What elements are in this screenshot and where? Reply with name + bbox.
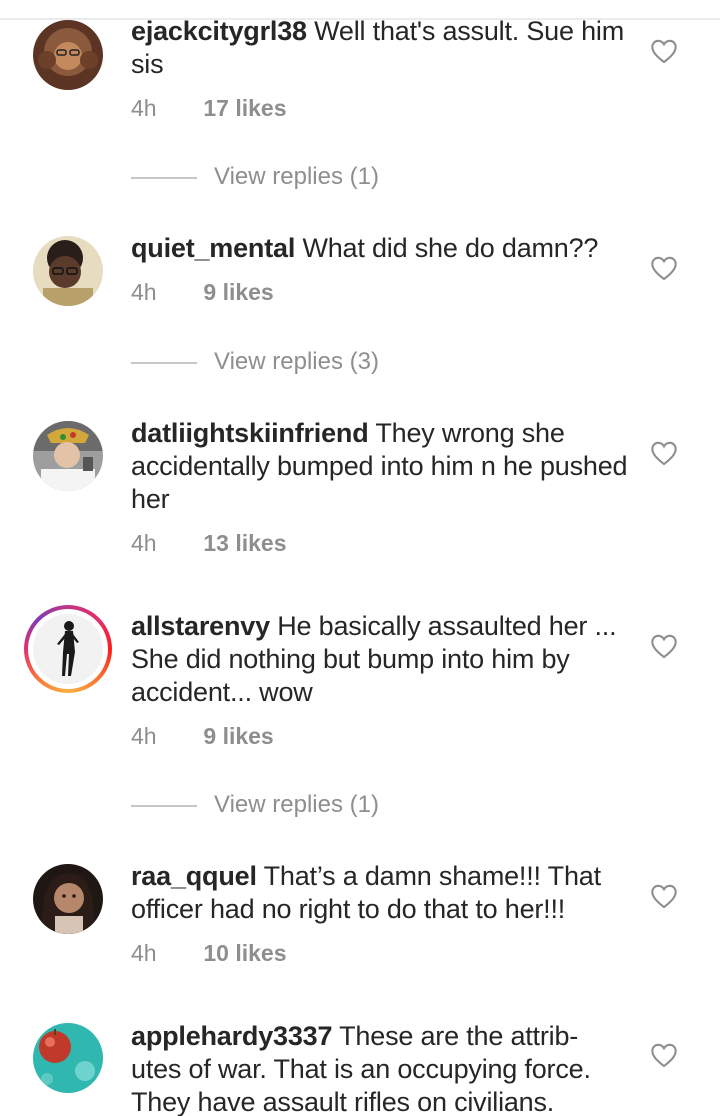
- view-replies-label[interactable]: View replies (1): [214, 788, 379, 822]
- comment-username[interactable]: datliightskiinfriend: [131, 418, 369, 448]
- avatar[interactable]: [33, 614, 103, 684]
- heart-outline-icon[interactable]: [650, 440, 678, 466]
- replies-divider: [131, 805, 197, 807]
- comment-meta: 4h 13 likes: [131, 530, 287, 557]
- avatar[interactable]: [33, 236, 103, 306]
- view-replies-button[interactable]: View replies (1): [131, 160, 531, 194]
- heart-outline-icon[interactable]: [650, 1042, 678, 1068]
- comment-likes[interactable]: 9 likes: [203, 723, 273, 749]
- heart-outline-icon[interactable]: [650, 883, 678, 909]
- view-replies-button[interactable]: View replies (3): [131, 345, 531, 379]
- comment-likes[interactable]: 17 likes: [203, 95, 286, 121]
- comment-likes[interactable]: 9 likes: [203, 279, 273, 305]
- comment-time: 4h: [131, 723, 157, 749]
- avatar-ring-gap: [28, 609, 108, 689]
- avatar[interactable]: [33, 421, 103, 491]
- comment-body: applehardy3337 These are the attrib- ute…: [131, 1020, 631, 1116]
- comment-username[interactable]: allstarenvy: [131, 611, 270, 641]
- comment-time: 4h: [131, 530, 157, 556]
- view-replies-button[interactable]: View replies (1): [131, 788, 531, 822]
- comment-body: raa_qquel That’s a damn shame!!! That of…: [131, 860, 631, 926]
- comment-body: ejackcitygrl38 Well that's assult. Sue h…: [131, 15, 631, 81]
- comments-screen: ejackcitygrl38 Well that's assult. Sue h…: [0, 0, 720, 1116]
- comment-username[interactable]: raa_qquel: [131, 861, 257, 891]
- heart-outline-icon[interactable]: [650, 633, 678, 659]
- comment-username[interactable]: ejackcitygrl38: [131, 16, 307, 46]
- comment-username[interactable]: quiet_mental: [131, 233, 295, 263]
- replies-divider: [131, 177, 197, 179]
- comment-time: 4h: [131, 279, 157, 305]
- comment-body: quiet_mental What did she do damn??: [131, 232, 631, 265]
- comment-meta: 4h 17 likes: [131, 95, 287, 122]
- heart-outline-icon[interactable]: [650, 255, 678, 281]
- avatar-story-ring[interactable]: [24, 605, 112, 693]
- comment-time: 4h: [131, 940, 157, 966]
- view-replies-label[interactable]: View replies (3): [214, 345, 379, 379]
- comment-likes[interactable]: 10 likes: [203, 940, 286, 966]
- replies-divider: [131, 362, 197, 364]
- comment-likes[interactable]: 13 likes: [203, 530, 286, 556]
- comment-meta: 4h 9 likes: [131, 279, 274, 306]
- comment-body: datliightskiinfriend They wrong she acci…: [131, 417, 631, 516]
- heart-outline-icon[interactable]: [650, 38, 678, 64]
- comment-time: 4h: [131, 95, 157, 121]
- view-replies-label[interactable]: View replies (1): [214, 160, 379, 194]
- avatar[interactable]: [33, 1023, 103, 1093]
- comment-text: What did she do damn??: [302, 233, 599, 263]
- comment-body: allstarenvy He basically assaulted her .…: [131, 610, 631, 709]
- top-bar-divider: [0, 0, 720, 20]
- comment-meta: 4h 10 likes: [131, 940, 287, 967]
- comment-meta: 4h 9 likes: [131, 723, 274, 750]
- avatar[interactable]: [33, 20, 103, 90]
- comment-username[interactable]: applehardy3337: [131, 1021, 333, 1051]
- avatar[interactable]: [33, 864, 103, 934]
